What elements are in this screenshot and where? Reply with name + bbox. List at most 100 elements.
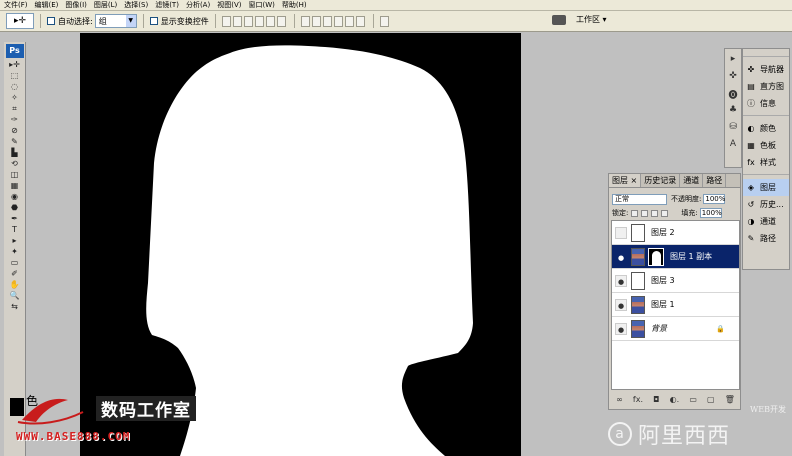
- stamp-icon[interactable]: ⛁: [726, 122, 740, 134]
- dock-item-paths[interactable]: ✎ 路径: [743, 230, 789, 247]
- custom-shape-icon[interactable]: ✦: [8, 247, 22, 257]
- tab-paths[interactable]: 路径: [703, 174, 727, 187]
- align-hcenter-icon[interactable]: [265, 15, 275, 27]
- visibility-eye-icon[interactable]: ●: [615, 274, 627, 287]
- auto-select-dropdown[interactable]: 组 ▼: [94, 14, 137, 28]
- play-action-icon[interactable]: ▸: [726, 54, 740, 66]
- align-bottom-icon[interactable]: [243, 15, 253, 27]
- dock-item-history[interactable]: ↺ 历史...: [743, 196, 789, 213]
- show-transform-checkbox[interactable]: [149, 17, 158, 25]
- gradient-tool-icon[interactable]: ▦: [8, 181, 22, 191]
- dock-item-layers[interactable]: ◈ 图层: [743, 179, 789, 196]
- blur-tool-icon[interactable]: ◉: [8, 192, 22, 202]
- adjustment-layer-icon[interactable]: ◐.: [670, 395, 680, 404]
- menu-filter[interactable]: 滤镜(T): [155, 1, 179, 10]
- auto-align-icon[interactable]: [379, 15, 389, 27]
- dock-item-info[interactable]: ⓘ 信息: [743, 95, 789, 112]
- auto-select-option[interactable]: 自动选择:: [47, 16, 93, 27]
- layer-style-icon[interactable]: fx.: [633, 395, 643, 404]
- layer-mask-thumbnail[interactable]: [648, 247, 664, 266]
- align-left-icon[interactable]: [254, 15, 264, 27]
- distribute-hcenter-icon[interactable]: [344, 15, 354, 27]
- clone-source-icon[interactable]: ♣: [726, 105, 740, 117]
- type-tool-icon[interactable]: T: [8, 225, 22, 235]
- brush-tool-icon[interactable]: ✎: [8, 137, 22, 147]
- trash-icon[interactable]: 🗑: [725, 395, 735, 404]
- lasso-tool-icon[interactable]: ◌: [8, 82, 22, 92]
- lock-pixels-icon[interactable]: [641, 209, 649, 217]
- tool-preset-picker[interactable]: ▸✛: [6, 13, 34, 29]
- menu-image[interactable]: 图像(I): [65, 1, 87, 10]
- distribute-right-icon[interactable]: [355, 15, 365, 27]
- healing-brush-icon[interactable]: ⊘: [8, 126, 22, 136]
- menu-file[interactable]: 文件(F): [4, 1, 28, 10]
- visibility-eye-icon[interactable]: ●: [615, 250, 627, 263]
- lock-position-icon[interactable]: [651, 209, 659, 217]
- eyedropper-icon[interactable]: ✐: [8, 269, 22, 279]
- tab-channels[interactable]: 通道: [680, 174, 704, 187]
- distribute-vcenter-icon[interactable]: [311, 15, 321, 27]
- clone-stamp-icon[interactable]: ▙: [8, 148, 22, 158]
- lock-transparent-icon[interactable]: [631, 209, 639, 217]
- menu-select[interactable]: 选择(S): [124, 1, 148, 10]
- visibility-eye-icon[interactable]: ●: [615, 322, 627, 335]
- layer-row[interactable]: ● 图层 3: [612, 269, 739, 293]
- hand-tool-icon[interactable]: ✋: [8, 280, 22, 290]
- fill-input[interactable]: 100%: [699, 208, 722, 218]
- align-right-icon[interactable]: [276, 15, 286, 27]
- distribute-top-icon[interactable]: [300, 15, 310, 27]
- crop-tool-icon[interactable]: ⌗: [8, 104, 22, 114]
- menu-view[interactable]: 视图(V): [217, 1, 241, 10]
- dock-item-navigator[interactable]: ✜ 导航器: [743, 61, 789, 78]
- new-group-icon[interactable]: ▭: [689, 395, 697, 404]
- visibility-eye-icon[interactable]: ●: [615, 226, 627, 239]
- photoshop-logo[interactable]: Ps: [5, 44, 24, 58]
- dock-item-styles[interactable]: fx 样式: [743, 154, 789, 171]
- lock-all-icon[interactable]: [661, 209, 669, 217]
- character-icon[interactable]: A: [726, 139, 740, 151]
- tool-presets-icon[interactable]: ⓿: [726, 88, 740, 101]
- link-layers-icon[interactable]: ∞: [616, 395, 623, 404]
- auto-select-checkbox[interactable]: [47, 17, 55, 25]
- brush-settings-icon[interactable]: ✜: [726, 71, 740, 83]
- eraser-tool-icon[interactable]: ◫: [8, 170, 22, 180]
- layer-row-selected[interactable]: ● 图层 1 副本: [612, 245, 739, 269]
- distribute-left-icon[interactable]: [333, 15, 343, 27]
- menu-help[interactable]: 帮助(H): [282, 1, 307, 10]
- zoom-tool-icon[interactable]: 🔍: [8, 291, 22, 301]
- menu-window[interactable]: 窗口(W): [248, 1, 274, 10]
- dock-item-color[interactable]: ◐ 颜色: [743, 120, 789, 137]
- workspace-menu[interactable]: 工作区 ▾: [552, 14, 607, 25]
- marquee-tool-icon[interactable]: ⬚: [8, 71, 22, 81]
- menu-edit[interactable]: 编辑(E): [35, 1, 59, 10]
- dodge-tool-icon[interactable]: ⬣: [8, 203, 22, 213]
- path-selection-icon[interactable]: ▸: [8, 236, 22, 246]
- move-tool-icon[interactable]: ▸✛: [8, 60, 22, 70]
- dock-item-channels[interactable]: ◑ 通道: [743, 213, 789, 230]
- menu-layer[interactable]: 图层(L): [94, 1, 117, 10]
- layer-row[interactable]: ● 图层 2: [612, 221, 739, 245]
- dock-item-histogram[interactable]: ▤ 直方图: [743, 78, 789, 95]
- distribute-bottom-icon[interactable]: [322, 15, 332, 27]
- menu-analysis[interactable]: 分析(A): [186, 1, 210, 10]
- opacity-input[interactable]: 100%: [703, 194, 725, 204]
- magic-wand-icon[interactable]: ✧: [8, 93, 22, 103]
- tab-layers[interactable]: 图层 ×: [609, 174, 642, 187]
- align-vcenter-icon[interactable]: [232, 15, 242, 27]
- notes-tool-icon[interactable]: ▭: [8, 258, 22, 268]
- layer-row[interactable]: ● 图层 1: [612, 293, 739, 317]
- show-transform-option[interactable]: 显示变换控件: [149, 16, 209, 27]
- new-layer-icon[interactable]: ▢: [707, 395, 715, 404]
- swap-colors-icon[interactable]: ⇆: [8, 302, 22, 312]
- dock-item-swatches[interactable]: ▦ 色板: [743, 137, 789, 154]
- slice-tool-icon[interactable]: ✑: [8, 115, 22, 125]
- align-top-icon[interactable]: [221, 15, 231, 27]
- blend-mode-select[interactable]: 正常: [612, 193, 667, 205]
- history-brush-icon[interactable]: ⟲: [8, 159, 22, 169]
- bridge-icon[interactable]: [552, 14, 566, 25]
- pen-tool-icon[interactable]: ✒: [8, 214, 22, 224]
- layer-row[interactable]: ● 背景 🔒: [612, 317, 739, 341]
- visibility-eye-icon[interactable]: ●: [615, 298, 627, 311]
- add-mask-icon[interactable]: ◘: [653, 395, 659, 404]
- tab-history[interactable]: 历史记录: [641, 174, 681, 187]
